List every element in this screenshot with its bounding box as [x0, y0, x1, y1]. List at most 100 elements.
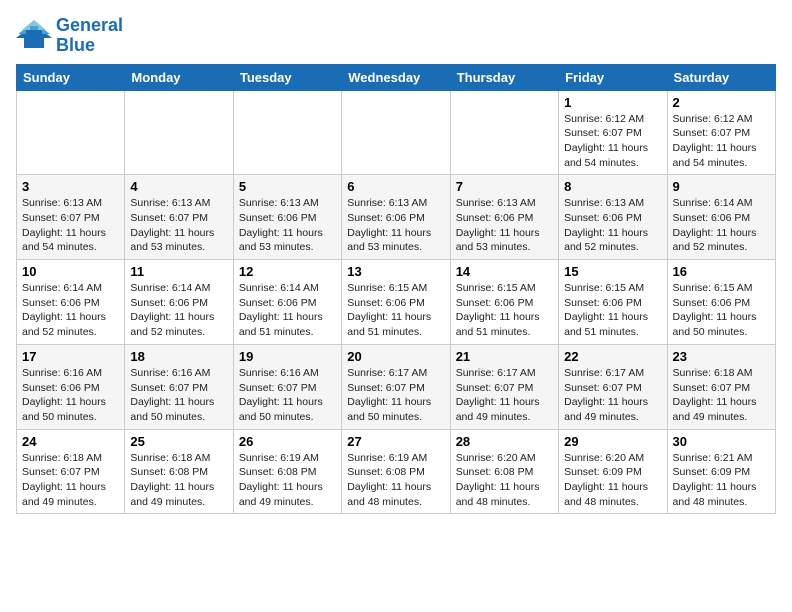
calendar-cell: 21 Sunrise: 6:17 AM Sunset: 6:07 PM Dayli… — [450, 344, 558, 429]
calendar-week-row: 1 Sunrise: 6:12 AM Sunset: 6:07 PM Daylig… — [17, 90, 776, 175]
calendar-week-row: 10 Sunrise: 6:14 AM Sunset: 6:06 PM Dayli… — [17, 260, 776, 345]
weekday-header-monday: Monday — [125, 64, 233, 90]
day-number: 2 — [673, 95, 770, 110]
day-info: Sunrise: 6:18 AM Sunset: 6:07 PM Dayligh… — [673, 366, 770, 425]
calendar-cell: 29 Sunrise: 6:20 AM Sunset: 6:09 PM Dayli… — [559, 429, 667, 514]
calendar-cell: 23 Sunrise: 6:18 AM Sunset: 6:07 PM Dayli… — [667, 344, 775, 429]
logo: General Blue — [16, 16, 123, 56]
calendar-cell: 27 Sunrise: 6:19 AM Sunset: 6:08 PM Dayli… — [342, 429, 450, 514]
logo-bird-icon — [16, 20, 52, 52]
day-info: Sunrise: 6:13 AM Sunset: 6:06 PM Dayligh… — [564, 196, 661, 255]
day-info: Sunrise: 6:15 AM Sunset: 6:06 PM Dayligh… — [564, 281, 661, 340]
day-number: 21 — [456, 349, 553, 364]
day-info: Sunrise: 6:18 AM Sunset: 6:08 PM Dayligh… — [130, 451, 227, 510]
weekday-header-tuesday: Tuesday — [233, 64, 341, 90]
header: General Blue — [16, 16, 776, 56]
calendar-table: SundayMondayTuesdayWednesdayThursdayFrid… — [16, 64, 776, 515]
calendar-cell: 3 Sunrise: 6:13 AM Sunset: 6:07 PM Daylig… — [17, 175, 125, 260]
day-number: 30 — [673, 434, 770, 449]
day-info: Sunrise: 6:19 AM Sunset: 6:08 PM Dayligh… — [347, 451, 444, 510]
day-number: 19 — [239, 349, 336, 364]
calendar-cell: 26 Sunrise: 6:19 AM Sunset: 6:08 PM Dayli… — [233, 429, 341, 514]
day-number: 27 — [347, 434, 444, 449]
day-info: Sunrise: 6:18 AM Sunset: 6:07 PM Dayligh… — [22, 451, 119, 510]
calendar-cell: 17 Sunrise: 6:16 AM Sunset: 6:06 PM Dayli… — [17, 344, 125, 429]
day-info: Sunrise: 6:13 AM Sunset: 6:07 PM Dayligh… — [22, 196, 119, 255]
day-info: Sunrise: 6:15 AM Sunset: 6:06 PM Dayligh… — [456, 281, 553, 340]
calendar-cell: 13 Sunrise: 6:15 AM Sunset: 6:06 PM Dayli… — [342, 260, 450, 345]
calendar-cell: 2 Sunrise: 6:12 AM Sunset: 6:07 PM Daylig… — [667, 90, 775, 175]
day-info: Sunrise: 6:16 AM Sunset: 6:07 PM Dayligh… — [239, 366, 336, 425]
day-info: Sunrise: 6:13 AM Sunset: 6:06 PM Dayligh… — [347, 196, 444, 255]
day-number: 25 — [130, 434, 227, 449]
weekday-header-sunday: Sunday — [17, 64, 125, 90]
day-info: Sunrise: 6:16 AM Sunset: 6:07 PM Dayligh… — [130, 366, 227, 425]
page: General Blue SundayMondayTuesdayWednesda… — [0, 0, 792, 522]
day-info: Sunrise: 6:14 AM Sunset: 6:06 PM Dayligh… — [673, 196, 770, 255]
calendar-cell — [125, 90, 233, 175]
day-number: 22 — [564, 349, 661, 364]
day-info: Sunrise: 6:14 AM Sunset: 6:06 PM Dayligh… — [239, 281, 336, 340]
day-number: 10 — [22, 264, 119, 279]
day-number: 7 — [456, 179, 553, 194]
calendar-cell: 20Sunrise: 6:17 AM Sunset: 6:07 PM Dayli… — [342, 344, 450, 429]
calendar-cell: 4 Sunrise: 6:13 AM Sunset: 6:07 PM Daylig… — [125, 175, 233, 260]
weekday-header-friday: Friday — [559, 64, 667, 90]
calendar-cell: 8 Sunrise: 6:13 AM Sunset: 6:06 PM Daylig… — [559, 175, 667, 260]
day-info: Sunrise: 6:17 AM Sunset: 6:07 PM Dayligh… — [564, 366, 661, 425]
day-number: 8 — [564, 179, 661, 194]
day-number: 3 — [22, 179, 119, 194]
day-info: Sunrise: 6:19 AM Sunset: 6:08 PM Dayligh… — [239, 451, 336, 510]
day-number: 29 — [564, 434, 661, 449]
day-info: Sunrise: 6:14 AM Sunset: 6:06 PM Dayligh… — [22, 281, 119, 340]
day-info: Sunrise: 6:15 AM Sunset: 6:06 PM Dayligh… — [673, 281, 770, 340]
calendar-cell — [450, 90, 558, 175]
calendar-cell: 30 Sunrise: 6:21 AM Sunset: 6:09 PM Dayli… — [667, 429, 775, 514]
day-number: 11 — [130, 264, 227, 279]
calendar-cell: 19 Sunrise: 6:16 AM Sunset: 6:07 PM Dayli… — [233, 344, 341, 429]
calendar-cell: 18 Sunrise: 6:16 AM Sunset: 6:07 PM Dayli… — [125, 344, 233, 429]
day-info: Sunrise: 6:16 AM Sunset: 6:06 PM Dayligh… — [22, 366, 119, 425]
day-number: 5 — [239, 179, 336, 194]
calendar-cell: 11 Sunrise: 6:14 AM Sunset: 6:06 PM Dayli… — [125, 260, 233, 345]
day-number: 23 — [673, 349, 770, 364]
day-info: Sunrise: 6:13 AM Sunset: 6:06 PM Dayligh… — [456, 196, 553, 255]
calendar-cell: 12 Sunrise: 6:14 AM Sunset: 6:06 PM Dayli… — [233, 260, 341, 345]
day-number: 12 — [239, 264, 336, 279]
calendar-cell: 22 Sunrise: 6:17 AM Sunset: 6:07 PM Dayli… — [559, 344, 667, 429]
day-number: 9 — [673, 179, 770, 194]
calendar-cell: 15 Sunrise: 6:15 AM Sunset: 6:06 PM Dayli… — [559, 260, 667, 345]
calendar-cell: 7 Sunrise: 6:13 AM Sunset: 6:06 PM Daylig… — [450, 175, 558, 260]
day-info: Sunrise: 6:12 AM Sunset: 6:07 PM Dayligh… — [673, 112, 770, 171]
day-number: 26 — [239, 434, 336, 449]
weekday-header-wednesday: Wednesday — [342, 64, 450, 90]
day-number: 28 — [456, 434, 553, 449]
day-info: Sunrise: 6:15 AM Sunset: 6:06 PM Dayligh… — [347, 281, 444, 340]
day-number: 4 — [130, 179, 227, 194]
calendar-cell: 9 Sunrise: 6:14 AM Sunset: 6:06 PM Daylig… — [667, 175, 775, 260]
day-number: 13 — [347, 264, 444, 279]
day-number: 14 — [456, 264, 553, 279]
calendar-header-row: SundayMondayTuesdayWednesdayThursdayFrid… — [17, 64, 776, 90]
calendar-cell: 16 Sunrise: 6:15 AM Sunset: 6:06 PM Dayli… — [667, 260, 775, 345]
day-info: Sunrise: 6:20 AM Sunset: 6:09 PM Dayligh… — [564, 451, 661, 510]
calendar-cell: 14 Sunrise: 6:15 AM Sunset: 6:06 PM Dayli… — [450, 260, 558, 345]
calendar-cell: 24 Sunrise: 6:18 AM Sunset: 6:07 PM Dayli… — [17, 429, 125, 514]
day-info: Sunrise: 6:13 AM Sunset: 6:06 PM Dayligh… — [239, 196, 336, 255]
calendar-week-row: 3 Sunrise: 6:13 AM Sunset: 6:07 PM Daylig… — [17, 175, 776, 260]
day-info: Sunrise: 6:20 AM Sunset: 6:08 PM Dayligh… — [456, 451, 553, 510]
day-number: 1 — [564, 95, 661, 110]
day-info: Sunrise: 6:17 AM Sunset: 6:07 PM Dayligh… — [456, 366, 553, 425]
day-number: 24 — [22, 434, 119, 449]
day-number: 16 — [673, 264, 770, 279]
day-number: 15 — [564, 264, 661, 279]
day-info: Sunrise: 6:14 AM Sunset: 6:06 PM Dayligh… — [130, 281, 227, 340]
day-info: Sunrise: 6:13 AM Sunset: 6:07 PM Dayligh… — [130, 196, 227, 255]
day-number: 17 — [22, 349, 119, 364]
day-info: Sunrise: 6:12 AM Sunset: 6:07 PM Dayligh… — [564, 112, 661, 171]
calendar-cell — [233, 90, 341, 175]
day-info: Sunrise: 6:21 AM Sunset: 6:09 PM Dayligh… — [673, 451, 770, 510]
calendar-cell: 25 Sunrise: 6:18 AM Sunset: 6:08 PM Dayli… — [125, 429, 233, 514]
weekday-header-saturday: Saturday — [667, 64, 775, 90]
day-number: 18 — [130, 349, 227, 364]
